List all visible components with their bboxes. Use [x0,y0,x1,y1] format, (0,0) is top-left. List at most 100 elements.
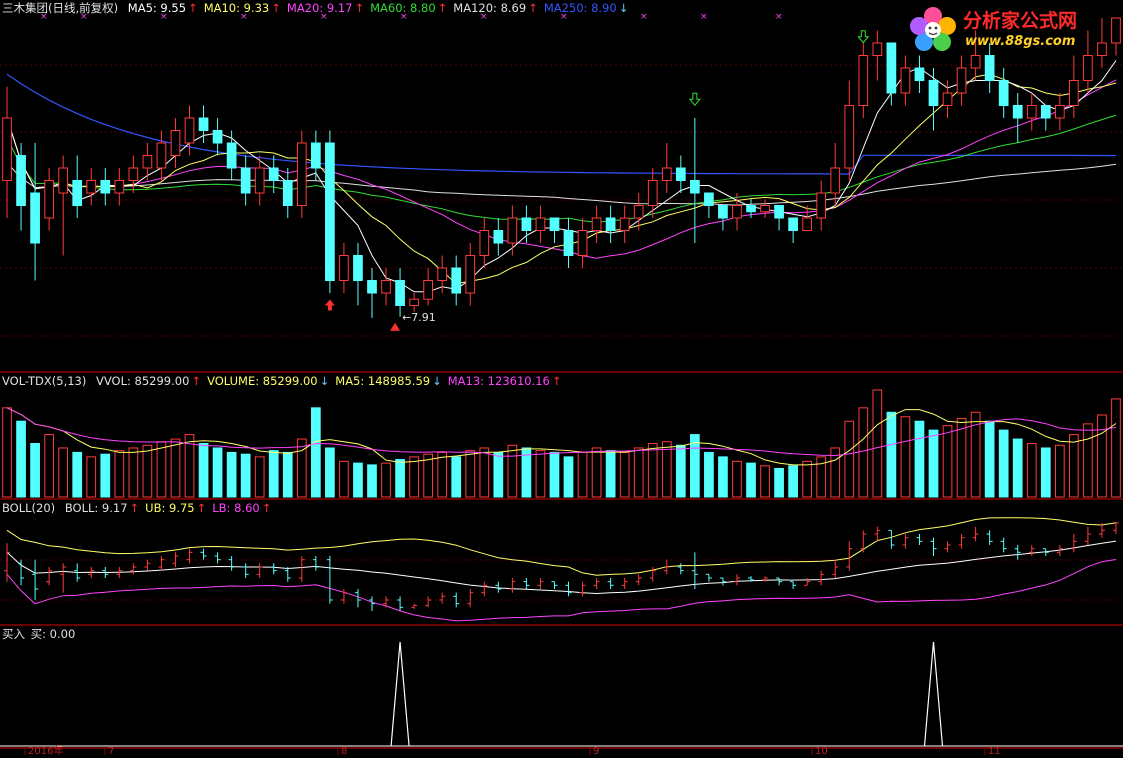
candle-body [381,280,391,294]
ma-value-arrow-4: ↑ [528,1,538,15]
candle-body [619,217,630,231]
candle-body [16,155,26,206]
candle-body [128,167,139,181]
volume-bar [58,447,69,498]
volume-bar [296,438,307,498]
candle-body [325,142,335,281]
boll-indicator-header: BOLL(20) BOLL: 9.17 ↑ UB: 9.75 ↑ LB: 8.60 ↑ [2,501,273,515]
candle-body [86,180,97,194]
signal-value: 买: 0.00 [30,627,76,641]
volume-bar [240,453,251,498]
candle-body [661,167,672,181]
candle-body [984,55,995,81]
volume-bar [1012,438,1023,498]
volume-bar [1097,414,1107,498]
volume-bar [451,456,462,498]
candle-body [367,280,377,294]
candle-body [226,142,237,169]
candle-body [718,205,728,219]
ma-value-arrow-1: ↑ [271,1,281,15]
volume-bar [1026,443,1037,498]
candle-body [296,142,307,206]
candle-body [1040,105,1051,119]
ma120-line [6,162,1117,206]
ma-value-arrow-2: ↑ [354,1,365,15]
volume-bar [984,420,995,498]
ma-value-arrow-5: ↓ [618,1,629,15]
buy-signal-spike [923,641,944,747]
candle-body [58,167,69,194]
volume-bar [2,407,12,498]
volume-bar [886,411,897,498]
candle-body [816,192,827,219]
candle-body [521,217,532,231]
volume-bar [72,451,83,498]
volume-bar [633,447,644,498]
x-tick-label: 2016年 [28,744,63,755]
x-tick-label: 11 [988,746,1001,755]
candle-body [914,67,925,81]
x-tick-label: 9 [593,746,599,755]
up-arrow-icon [324,299,335,311]
volume-bar [732,460,742,498]
candle-body [451,267,462,294]
candle-body [675,167,686,181]
volume-bar [409,456,419,498]
volume-bar [746,462,756,498]
candle-body [184,117,195,144]
candle-body [760,205,770,213]
candle-body [591,217,602,231]
main-indicator-header: 三木集团(日线,前复权) MA5: 9.55 ↑ MA10: 9.33 ↑ MA20: … [2,1,630,15]
volume-bar [591,447,602,498]
candle-body [788,217,798,231]
volume-bar [1040,447,1051,498]
volume-indicator-header: VOL-TDX(5,13) VVOL: 85299.00 ↑ VOLUME: 852… [2,374,564,388]
volume-bar [114,450,125,498]
candle-body [282,180,293,206]
candle-body [704,192,714,206]
volume-bar [86,456,97,498]
candle-body [2,117,12,181]
vol-value-0: VVOL: 85299.00 [96,374,190,388]
vol-value-arrow-2: ↓ [432,374,442,388]
ma-value-4: MA120: 8.69 [453,1,527,15]
ma-value-arrow-3: ↑ [437,1,448,15]
volume-bar [465,450,476,498]
volume-bar [1054,444,1065,498]
candle-body [732,205,742,219]
volume-bar [16,420,26,498]
candle-body [633,205,644,219]
candle-body [886,42,897,94]
volume-bar [381,462,391,498]
volume-bar [1111,398,1121,498]
candle-body [956,67,967,94]
candle-body [802,217,813,231]
flower-logo-icon [910,7,956,51]
volume-bar [661,441,672,498]
top-marker-icon: × [775,12,783,22]
boll-value-2: LB: 8.60 [212,501,260,515]
volume-label: VOL-TDX(5,13) [2,374,87,388]
volume-bar [563,456,574,498]
candle-body [254,167,265,194]
volume-bar [44,434,54,498]
volume-bar [170,438,181,498]
signal-label: 买入 [2,627,25,641]
volume-bar [998,429,1009,498]
volume-bar [1083,423,1093,498]
vol-value-arrow-0: ↑ [191,374,202,388]
volume-bar [619,451,630,498]
buy-signal-spike [390,641,410,747]
candle-body [44,180,54,219]
candle-body [395,280,405,306]
volume-bar [507,444,518,498]
volume-bar [788,465,798,498]
candle-body [1054,105,1065,119]
volume-bar [647,443,658,498]
boll-value-0: BOLL: 9.17 [64,501,128,515]
ma-value-0: MA5: 9.55 [127,1,187,15]
volume-bar [928,429,939,498]
candle-body [1012,105,1023,119]
candle-body [198,117,209,131]
vol-value-2: MA5: 148985.59 [335,374,431,388]
